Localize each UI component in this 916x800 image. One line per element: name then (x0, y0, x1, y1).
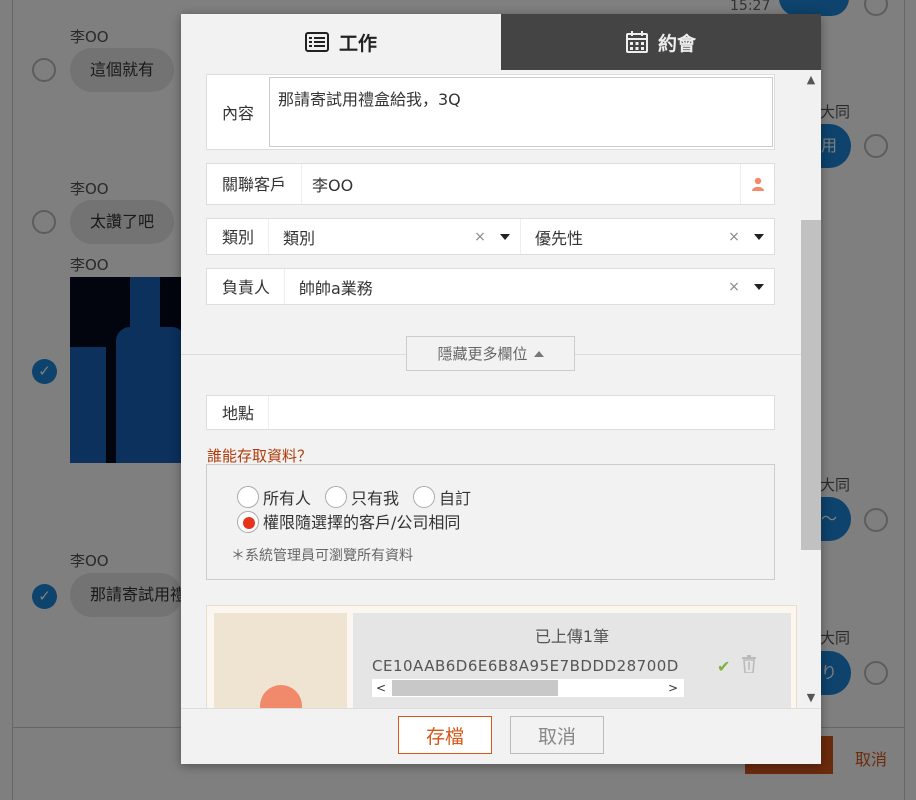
owner-value: 帥帥a業務 (299, 278, 373, 298)
customer-field: 關聯客戶 李OO (206, 163, 775, 205)
priority-value: 優先性 (535, 228, 584, 248)
tab-task[interactable]: 工作 (181, 14, 501, 70)
radio-only-me-label[interactable]: 只有我 (351, 485, 399, 509)
radio-follow-customer-label[interactable]: 權限隨選擇的客戶/公司相同 (263, 511, 460, 535)
clear-icon[interactable]: × (470, 229, 490, 245)
tab-appointment[interactable]: 約會 (501, 14, 821, 70)
clear-icon[interactable]: × (724, 279, 744, 295)
uploaded-files: 已上傳1筆 CE10AAB6D6E6B8A95E7BDDD28700D ✔ < … (353, 613, 791, 708)
cancel-button[interactable]: 取消 (510, 716, 604, 754)
scroll-right-icon[interactable]: > (668, 679, 678, 697)
radio-custom-label[interactable]: 自訂 (439, 485, 471, 509)
task-form: 內容 那請寄試用禮盒給我，3Q 關聯客戶 李OO 類別 類別 × 優先性 × 負… (181, 70, 801, 708)
upload-count: 已上傳1筆 (534, 627, 610, 646)
add-file-icon[interactable] (260, 685, 302, 708)
save-button[interactable]: 存檔 (398, 716, 492, 754)
upload-dropzone[interactable] (214, 613, 347, 708)
chevron-down-icon[interactable] (744, 233, 774, 240)
priority-select[interactable]: 優先性 × (521, 219, 774, 254)
category-value: 類別 (283, 228, 316, 248)
category-field: 類別 類別 × 優先性 × (206, 218, 775, 255)
calendar-icon (625, 31, 648, 53)
trash-icon[interactable] (741, 655, 757, 677)
location-input[interactable] (269, 396, 774, 429)
form-scrollbar-thumb[interactable] (801, 220, 821, 550)
clear-icon[interactable]: × (724, 229, 744, 245)
form-scroll-area[interactable]: 內容 那請寄試用禮盒給我，3Q 關聯客戶 李OO 類別 類別 × 優先性 × 負… (181, 70, 821, 708)
radio-everyone[interactable] (237, 486, 259, 508)
owner-select[interactable]: 帥帥a業務 × (285, 269, 774, 304)
modal-tabs: 工作 約會 (181, 14, 821, 70)
hide-more-fields-label: 隱藏更多欄位 (437, 345, 528, 363)
scroll-down-icon[interactable]: ▼ (801, 688, 821, 708)
chevron-up-icon (533, 350, 544, 357)
scroll-up-icon[interactable]: ▲ (801, 70, 821, 90)
radio-only-me[interactable] (325, 486, 348, 508)
file-name: CE10AAB6D6E6B8A95E7BDDD28700D (372, 657, 679, 675)
chevron-down-icon[interactable] (490, 233, 520, 240)
location-field: 地點 (206, 395, 775, 430)
category-select[interactable]: 類別 × (269, 219, 521, 254)
access-title: 誰能存取資料？ (207, 447, 313, 465)
access-options: 所有人 只有我 自訂 權限隨選擇的客戶/公司相同 ＊系統管理員可瀏覽所有資料 (206, 464, 775, 580)
file-scrollbar[interactable]: < > (372, 679, 684, 697)
access-radio-row: 權限隨選擇的客戶/公司相同 (237, 511, 477, 535)
hide-more-fields-button[interactable]: 隱藏更多欄位 (406, 336, 575, 371)
location-label: 地點 (207, 396, 269, 429)
file-scrollbar-thumb[interactable] (392, 680, 558, 696)
person-icon[interactable] (740, 164, 774, 204)
scroll-left-icon[interactable]: < (376, 679, 386, 697)
check-icon: ✔ (717, 657, 731, 676)
access-radio-row: 所有人 只有我 自訂 (237, 485, 471, 509)
radio-custom[interactable] (413, 486, 436, 508)
customer-input[interactable]: 李OO (302, 172, 740, 196)
modal-footer: 存檔 取消 (181, 708, 821, 764)
owner-field: 負責人 帥帥a業務 × (206, 268, 775, 305)
owner-label: 負責人 (207, 269, 285, 304)
list-icon (304, 32, 329, 52)
radio-everyone-label[interactable]: 所有人 (263, 485, 311, 509)
tab-appointment-label: 約會 (657, 32, 696, 55)
category-label: 類別 (207, 219, 269, 254)
upload-area: 已上傳1筆 CE10AAB6D6E6B8A95E7BDDD28700D ✔ < … (206, 605, 797, 708)
tab-task-label: 工作 (338, 32, 377, 55)
content-label: 內容 (222, 104, 255, 123)
form-scrollbar[interactable]: ▲ ▼ (801, 70, 821, 708)
radio-follow-customer[interactable] (237, 511, 259, 533)
task-modal: 工作 約會 內容 那請寄試用禮盒給我，3Q 關聯客戶 李OO 類別 類別 × 優… (181, 14, 821, 764)
chevron-down-icon[interactable] (744, 283, 774, 290)
content-field: 內容 那請寄試用禮盒給我，3Q (206, 74, 775, 150)
access-note: ＊系統管理員可瀏覽所有資料 (231, 548, 413, 564)
content-textarea[interactable]: 那請寄試用禮盒給我，3Q (269, 77, 773, 147)
customer-label: 關聯客戶 (207, 164, 302, 204)
